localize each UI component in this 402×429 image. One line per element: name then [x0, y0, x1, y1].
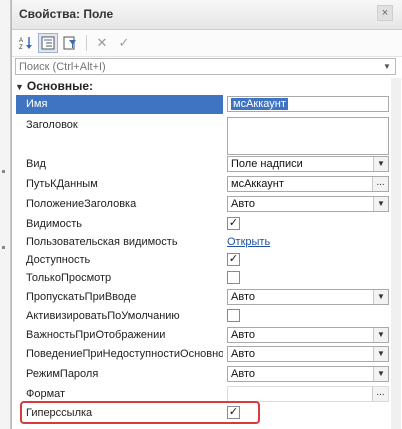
property-label: ПропускатьПриВводе [26, 291, 137, 303]
data-path-input[interactable]: мсАккаунт ... [227, 176, 389, 192]
dropdown-arrow-icon[interactable]: ▼ [373, 290, 388, 304]
property-row-name[interactable]: Имя мсАккаунт [12, 95, 402, 114]
ok-icon[interactable]: ✓ [114, 33, 134, 53]
unavailable-behavior-select[interactable]: Авто ▼ [227, 346, 389, 362]
dropdown-arrow-icon[interactable]: ▼ [373, 197, 388, 211]
data-path-value: мсАккаунт [231, 178, 284, 190]
search-dropdown-icon[interactable]: ▼ [381, 59, 393, 74]
dropdown-arrow-icon[interactable]: ▼ [373, 367, 388, 381]
password-mode-value: Авто [231, 368, 255, 380]
close-icon[interactable]: × [377, 5, 393, 21]
property-row-title-position[interactable]: ПоложениеЗаголовка Авто ▼ [12, 195, 402, 214]
enabled-checkbox[interactable]: ✓ [227, 253, 240, 266]
display-importance-value: Авто [231, 329, 255, 341]
property-row-view[interactable]: Вид Поле надписи ▼ [12, 155, 402, 174]
property-label: РежимПароля [26, 368, 99, 380]
sort-az-icon: A Z [19, 37, 32, 50]
property-row-unavailable-behavior[interactable]: ПоведениеПриНедоступностиОсновно Авто ▼ [12, 345, 402, 364]
property-row-skip-on-input[interactable]: ПропускатьПриВводе Авто ▼ [12, 288, 402, 307]
section-header-main[interactable]: ▼ Основные: [15, 79, 395, 93]
property-label: Имя [16, 95, 223, 114]
ellipsis-button[interactable]: ... [372, 387, 388, 401]
property-row-data-path[interactable]: ПутьКДанным мсАккаунт ... [12, 175, 402, 194]
display-importance-select[interactable]: Авто ▼ [227, 327, 389, 343]
activate-default-checkbox[interactable] [227, 309, 240, 322]
panel-titlebar: Свойства: Поле × [12, 0, 402, 30]
svg-text:A: A [19, 38, 23, 44]
property-row-read-only[interactable]: ТолькоПросмотр [12, 269, 402, 288]
property-row-title[interactable]: Заголовок [12, 116, 402, 156]
property-row-visible[interactable]: Видимость ✓ [12, 215, 402, 234]
sort-az-button[interactable]: A Z [16, 33, 36, 53]
properties-panel: Свойства: Поле × A Z ✕ ✓ Поиск (Ctrl+Alt… [11, 0, 402, 429]
visible-checkbox[interactable]: ✓ [227, 217, 240, 230]
read-only-checkbox[interactable] [227, 271, 240, 284]
property-row-user-visibility[interactable]: Пользовательская видимость Открыть [12, 233, 402, 252]
dropdown-arrow-icon[interactable]: ▼ [373, 157, 388, 171]
view-select[interactable]: Поле надписи ▼ [227, 156, 389, 172]
categories-button[interactable] [38, 33, 58, 53]
panel-title: Свойства: Поле [19, 7, 114, 21]
dropdown-arrow-icon[interactable]: ▼ [373, 347, 388, 361]
name-input[interactable]: мсАккаунт [227, 96, 389, 112]
ellipsis-button[interactable]: ... [372, 177, 388, 191]
search-input[interactable] [16, 59, 379, 74]
open-link[interactable]: Открыть [227, 233, 270, 251]
view-value: Поле надписи [231, 158, 303, 170]
property-label: Видимость [26, 218, 82, 230]
property-label: АктивизироватьПоУмолчанию [26, 310, 180, 322]
password-mode-select[interactable]: Авто ▼ [227, 366, 389, 382]
hyperlink-highlight-frame [20, 401, 260, 424]
property-label: Заголовок [26, 119, 78, 131]
left-marker [2, 246, 5, 249]
property-label: ВажностьПриОтображении [26, 329, 166, 341]
toolbar: A Z ✕ ✓ [12, 30, 402, 57]
skip-on-input-select[interactable]: Авто ▼ [227, 289, 389, 305]
property-label: ПоведениеПриНедоступностиОсновно [26, 348, 223, 360]
property-row-enabled[interactable]: Доступность ✓ [12, 251, 402, 270]
skip-on-input-value: Авто [231, 291, 255, 303]
cancel-icon[interactable]: ✕ [92, 33, 112, 53]
property-label: Вид [26, 158, 46, 170]
title-position-value: Авто [231, 198, 255, 210]
filter-icon [63, 36, 76, 50]
property-row-activate-default[interactable]: АктивизироватьПоУмолчанию [12, 307, 402, 326]
property-row-display-importance[interactable]: ВажностьПриОтображении Авто ▼ [12, 326, 402, 345]
property-label: Доступность [26, 254, 91, 266]
name-value: мсАккаунт [231, 98, 288, 110]
filter-button[interactable] [60, 33, 80, 53]
format-input[interactable]: ... [227, 386, 389, 402]
unavailable-behavior-value: Авто [231, 348, 255, 360]
property-label: ПоложениеЗаголовка [26, 198, 137, 210]
section-label: Основные: [26, 79, 94, 93]
title-input[interactable] [227, 117, 389, 155]
collapse-arrow-icon[interactable]: ▼ [15, 82, 24, 92]
left-marker [2, 170, 5, 173]
search-box: ▼ [15, 58, 396, 75]
svg-text:Z: Z [19, 45, 23, 50]
property-label: ТолькоПросмотр [26, 272, 112, 284]
title-position-select[interactable]: Авто ▼ [227, 196, 389, 212]
left-panel-edge [0, 0, 11, 429]
property-row-password-mode[interactable]: РежимПароля Авто ▼ [12, 365, 402, 384]
property-label: Пользовательская видимость [26, 236, 178, 248]
categories-icon [41, 36, 55, 50]
property-label: ПутьКДанным [26, 178, 98, 190]
dropdown-arrow-icon[interactable]: ▼ [373, 328, 388, 342]
toolbar-separator [86, 35, 87, 51]
